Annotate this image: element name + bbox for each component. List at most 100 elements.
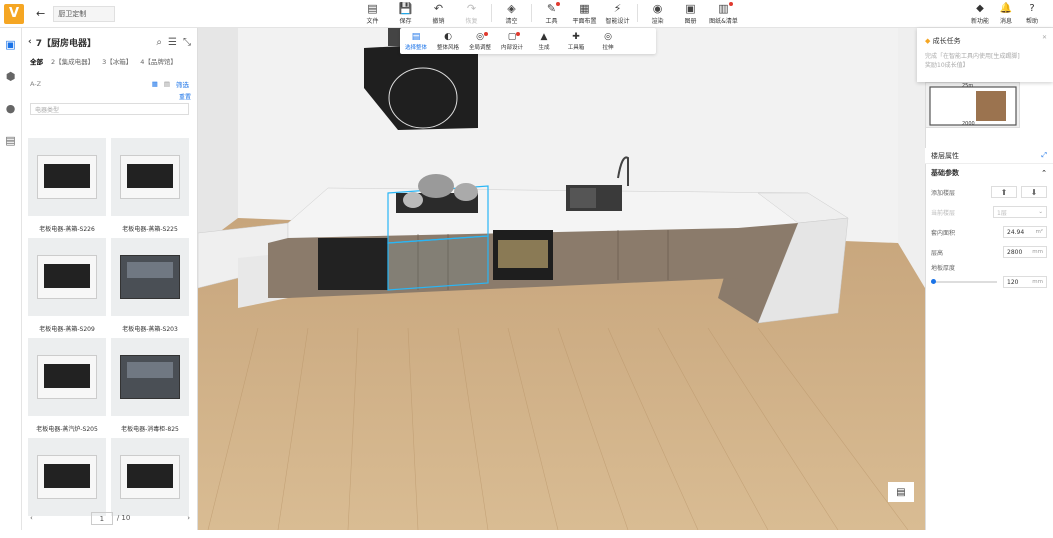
product-card[interactable]: 老板电器-蒸汽炉-S205 xyxy=(28,338,106,438)
badge-dot xyxy=(516,31,521,36)
toolbar-button-6[interactable]: ▦ 平面布置 xyxy=(568,2,601,25)
category-tab-3[interactable]: 4【品牌馆】 xyxy=(140,56,177,66)
toolbar-button-1[interactable]: 💾 保存 xyxy=(389,2,422,25)
thickness-value: 120 xyxy=(1007,278,1019,286)
sub-tool-icon: ◐ xyxy=(444,31,452,42)
model-icon[interactable]: ⬢ xyxy=(0,60,21,92)
toolbar-button-2[interactable]: ↶ 撤销 xyxy=(422,2,455,25)
menu-icon[interactable]: ☰ xyxy=(168,37,177,48)
toolbar-label: 恢复 xyxy=(465,18,478,25)
growth-task-toast: ✕ ◆ 成长任务 完成「在智能工具内使用[生成踢脚] 奖励10成长值】 xyxy=(917,28,1053,82)
kitchen-scene xyxy=(198,28,925,530)
right-tool-label: 新功能 xyxy=(970,18,989,25)
next-page-icon[interactable]: › xyxy=(187,514,190,522)
thickness-field[interactable]: 120 mm xyxy=(1003,276,1047,288)
appliance-door xyxy=(127,362,173,378)
floor-select[interactable]: 1层 ⌄ xyxy=(993,206,1047,218)
product-card[interactable]: 老板电器-消毒柜-825 xyxy=(111,338,189,438)
product-thumbnail xyxy=(111,438,189,516)
product-card[interactable]: 老板电器-蒸箱-S225 xyxy=(111,138,189,238)
right-tool-icon: 🔔 xyxy=(999,3,1013,14)
sub-tool-label: 全局调整 xyxy=(468,44,491,51)
3d-viewport[interactable]: 2D 3D ◉ ❐ ◈ ✖ 0 ● 10 ▣ 3 ⧉ ⛶ ⚙ ⌖ ⊖ ⊕ ▤ xyxy=(198,28,925,530)
current-floor-label: 当前楼层 xyxy=(931,209,956,217)
toolbar-label: 清空 xyxy=(505,18,518,25)
type-select[interactable]: 电器类型 xyxy=(30,103,189,115)
collapse-icon[interactable]: ⤡ xyxy=(183,37,191,48)
product-card[interactable]: 老板电器-蒸箱-S226 xyxy=(28,138,106,238)
prev-page-icon[interactable]: ‹ xyxy=(30,514,33,522)
back-arrow-icon[interactable]: ← xyxy=(36,7,45,20)
product-thumbnail xyxy=(111,338,189,416)
appliance-image xyxy=(37,455,97,499)
thickness-unit: mm xyxy=(1032,279,1043,285)
toolbar-icon: ◈ xyxy=(507,2,516,15)
category-tab-2[interactable]: 3【冰箱】 xyxy=(102,56,132,66)
project-name[interactable]: 厨卫定制 xyxy=(53,5,116,22)
toolbar-button-9[interactable]: ▣ 图册 xyxy=(674,2,707,25)
area-unit: m² xyxy=(1035,229,1043,235)
sub-tool-5[interactable]: ✚ 工具箱 xyxy=(560,32,592,51)
thickness-slider[interactable] xyxy=(931,279,997,284)
grid-view-icon[interactable]: ▦ xyxy=(152,80,158,88)
chevron-up-icon[interactable]: ⌃ xyxy=(1041,169,1047,177)
list-icon[interactable]: ▤ xyxy=(0,124,21,156)
sub-tool-4[interactable]: ▲ 生成 xyxy=(528,32,560,51)
sub-tool-icon: ▤ xyxy=(411,31,421,42)
toolbar-label: 撤销 xyxy=(432,18,445,25)
toolbar-button-3[interactable]: ↷ 恢复 xyxy=(455,2,488,25)
page-input[interactable]: 1 xyxy=(90,511,113,525)
toolbar-label: 图册 xyxy=(684,18,697,25)
sub-tool-label: 选择整体 xyxy=(404,44,427,51)
height-label: 层高 xyxy=(931,249,944,257)
close-icon[interactable]: ✕ xyxy=(1042,34,1047,41)
right-tool-2[interactable]: ? 帮助 xyxy=(1021,2,1043,25)
toolbar-button-5[interactable]: ✎ 工具 xyxy=(535,2,568,25)
search-icon[interactable]: ⌕ xyxy=(156,37,162,48)
toolbar-button-4[interactable]: ◈ 清空 xyxy=(495,2,528,25)
sub-tool-6[interactable]: ◎ 拉伸 xyxy=(592,32,624,51)
right-tool-1[interactable]: 🔔 消息 xyxy=(995,2,1017,25)
minimap[interactable]: 25m 2000 xyxy=(925,82,1020,128)
product-card[interactable]: 老板电器-蒸箱-S209 xyxy=(28,238,106,338)
product-card[interactable]: 老板电器-蒸箱-S203 xyxy=(111,238,189,338)
reset-link[interactable]: 重置 xyxy=(22,92,197,101)
sort-button[interactable]: A-Z xyxy=(30,80,41,88)
appliance-door xyxy=(127,464,173,488)
product-name: 老板电器-蒸箱-S203 xyxy=(122,326,178,333)
filter-button[interactable]: 筛选 xyxy=(176,79,189,89)
toolbar-button-0[interactable]: ▤ 文件 xyxy=(356,2,389,25)
clipboard-icon[interactable]: ▤ xyxy=(888,482,914,502)
add-floor-above-button[interactable]: ⬆ xyxy=(991,186,1017,198)
area-field[interactable]: 24.94 m² xyxy=(1003,226,1047,238)
sub-tool-2[interactable]: ◎ 全局调整 xyxy=(464,31,496,51)
back-icon[interactable]: ‹ xyxy=(28,37,32,47)
catalog-icon[interactable]: ▣ xyxy=(0,28,21,60)
toolbar-icon: ↷ xyxy=(466,2,477,15)
sub-tool-0[interactable]: ▤ 选择整体 xyxy=(400,32,432,51)
floor-thickness-label: 地板厚度 xyxy=(931,264,956,272)
user-icon[interactable]: ● xyxy=(0,92,21,124)
floor-select-value: 1层 xyxy=(997,209,1007,217)
toolbar-button-7[interactable]: ⚡ 智能设计 xyxy=(601,2,634,25)
panel-title: 楼层属性 xyxy=(931,151,959,160)
appliance-door xyxy=(44,164,90,188)
list-view-icon[interactable]: ▤ xyxy=(164,80,170,88)
sub-tool-label: 生成 xyxy=(538,44,550,51)
category-tabs: 全部 2【集成电器】 3【冰箱】 4【品牌馆】 xyxy=(22,56,197,66)
toolbar-icon: ▦ xyxy=(579,2,590,15)
height-field[interactable]: 2800 mm xyxy=(1003,246,1047,258)
expand-icon[interactable]: ⤢ xyxy=(1041,151,1047,160)
right-tool-0[interactable]: ◆ 新功能 xyxy=(969,2,991,25)
sub-tool-3[interactable]: ▢ 内部设计 xyxy=(496,31,528,51)
category-tab-1[interactable]: 2【集成电器】 xyxy=(51,56,94,66)
sub-tool-1[interactable]: ◐ 整体风格 xyxy=(432,32,464,51)
toolbar-button-8[interactable]: ◉ 渲染 xyxy=(641,2,674,25)
height-value: 2800 xyxy=(1007,248,1023,256)
add-floor-below-button[interactable]: ⬇ xyxy=(1021,186,1047,198)
appliance-image xyxy=(120,455,180,499)
category-tab-0[interactable]: 全部 xyxy=(30,56,43,66)
toolbar-button-10[interactable]: ▥ 图纸&清单 xyxy=(707,2,740,25)
library-title: 7【厨房电器】 xyxy=(35,38,96,49)
toolbar-divider xyxy=(531,4,532,22)
